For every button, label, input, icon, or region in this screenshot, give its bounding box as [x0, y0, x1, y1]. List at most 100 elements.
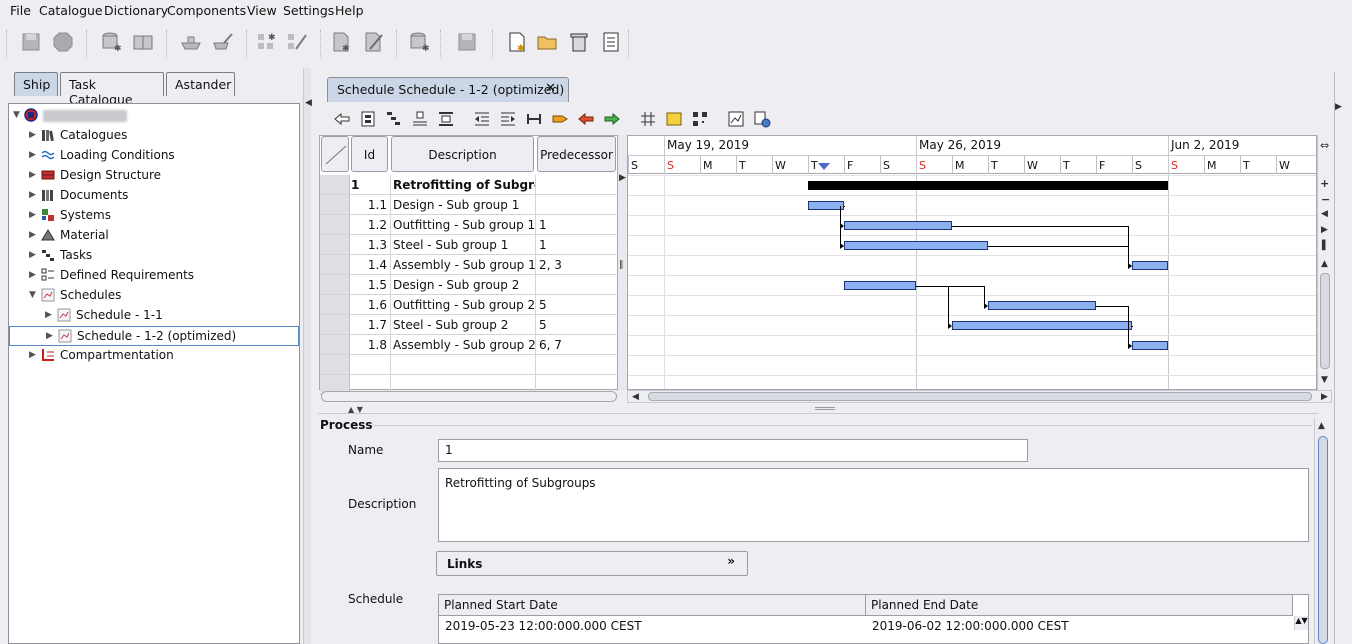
expand-arrow-icon[interactable]: ▶ [29, 270, 36, 280]
indent-left-icon[interactable] [473, 110, 491, 128]
scroll-left-icon[interactable]: ◀ [1321, 209, 1328, 219]
tree-item[interactable]: ▶ Defined Requirements [9, 266, 299, 286]
tab-schedule-document[interactable]: Schedule Schedule - 1-2 (optimized) ✕ [327, 77, 569, 102]
span-icon[interactable] [525, 110, 543, 128]
cell-id[interactable]: 1.3 [351, 235, 391, 254]
row-selector[interactable] [320, 335, 350, 354]
grid-columns-icon[interactable] [639, 110, 657, 128]
open-folder-icon[interactable] [536, 31, 558, 53]
tree-item[interactable]: ▼ Schedules [9, 286, 299, 306]
gantt-task-bar[interactable] [1132, 341, 1168, 350]
tree-item[interactable]: ▶ Documents [9, 186, 299, 206]
tree-item[interactable]: ▶ Compartmentation [9, 346, 299, 366]
expand-arrow-icon[interactable]: ▶ [29, 130, 36, 140]
cell-description[interactable]: Outfitting - Sub group 1 [391, 215, 536, 234]
cell-description[interactable]: Design - Sub group 1 [391, 195, 536, 214]
row-selector[interactable] [320, 355, 350, 374]
gantt-hscroll[interactable]: ◀ ▶ [627, 390, 1332, 403]
row-selector[interactable] [320, 275, 350, 294]
cell-predecessor[interactable] [537, 275, 618, 294]
cell-predecessor[interactable]: 1 [537, 215, 618, 234]
row-selector[interactable] [320, 255, 350, 274]
expand-arrow-icon[interactable]: ▶ [46, 331, 53, 341]
expand-arrow-icon[interactable]: ▶ [29, 170, 36, 180]
tree-root[interactable]: ▼ [9, 106, 299, 126]
ship-icon[interactable] [180, 31, 202, 53]
table-row[interactable]: 1.7 Steel - Sub group 25 [320, 315, 618, 335]
cell-description[interactable]: Design - Sub group 2 [391, 275, 536, 294]
expand-arrow-icon[interactable]: ▶ [45, 310, 52, 320]
tree-item[interactable]: ▶ Systems [9, 206, 299, 226]
scroll-right-icon[interactable]: ▶ [1321, 225, 1328, 235]
hierarchy-icon[interactable] [385, 110, 403, 128]
cell-predecessor[interactable] [537, 355, 618, 374]
tag-orange-icon[interactable] [551, 110, 569, 128]
table-gantt-splitter[interactable]: ▶ ‖ [618, 135, 627, 390]
gantt-vscroll-thumb[interactable] [1320, 273, 1330, 369]
expand-arrow-icon[interactable]: ▶ [29, 190, 36, 200]
row-selector[interactable] [320, 315, 350, 334]
row-selector[interactable] [320, 215, 350, 234]
left-splitter[interactable]: ◀ [303, 68, 312, 644]
document-edit-icon[interactable] [362, 31, 384, 53]
cell-id[interactable] [351, 355, 391, 374]
select-all-header[interactable] [321, 136, 349, 172]
schedule-table[interactable]: Id Description Predecessor 1 Retrofitting… [319, 135, 618, 395]
save-disabled-icon[interactable] [20, 31, 42, 53]
open-book-icon[interactable] [132, 31, 154, 53]
menu-components[interactable]: Components [167, 3, 246, 18]
row-selector[interactable] [320, 195, 350, 214]
process-vscroll[interactable]: ▲ [1314, 418, 1330, 644]
dates-table-scroll[interactable]: ▲▼ [1294, 616, 1308, 630]
cell-description[interactable]: Assembly - Sub group 1 [391, 255, 536, 274]
cell-description[interactable]: Steel - Sub group 1 [391, 235, 536, 254]
table-row[interactable]: 1.1 Design - Sub group 1 [320, 195, 618, 215]
chart-export-icon[interactable] [727, 110, 745, 128]
optimize-settings-icon[interactable] [753, 110, 771, 128]
table-row[interactable] [320, 355, 618, 375]
today-marker-icon[interactable]: ▌ [1322, 241, 1329, 251]
tree-item[interactable]: ▶ Schedule - 1-1 [9, 306, 299, 326]
new-database-icon[interactable]: ✱ [100, 31, 122, 53]
tab-ship[interactable]: Ship [14, 72, 58, 96]
table-row[interactable]: 1.8 Assembly - Sub group 2 6, 7 [320, 335, 618, 355]
cell-predecessor[interactable]: 5 [537, 295, 618, 314]
project-tree[interactable]: ▼ ▶ Catalogues ▶ Loading Conditions ▶ Design … [8, 103, 300, 644]
collapse-arrow-icon[interactable]: ▼ [29, 290, 36, 300]
outdent-icon[interactable] [333, 110, 351, 128]
column-header-predecessor[interactable]: Predecessor [537, 136, 616, 172]
cell-description[interactable]: Retrofitting of Subgroups [391, 175, 536, 194]
cell-predecessor[interactable]: 1 [537, 235, 618, 254]
status-date-marker-icon[interactable] [818, 163, 830, 170]
stop-icon[interactable] [52, 31, 74, 53]
menu-catalogue[interactable]: Catalogue [39, 3, 103, 18]
menu-help[interactable]: Help [335, 3, 364, 18]
cell-predecessor[interactable] [537, 175, 618, 194]
gantt-task-bar[interactable] [988, 301, 1096, 310]
align-bottom-icon[interactable] [411, 110, 429, 128]
gantt-task-bar[interactable] [808, 201, 844, 210]
row-selector[interactable] [320, 175, 350, 194]
column-header-id[interactable]: Id [351, 136, 388, 172]
align-center-icon[interactable] [437, 110, 455, 128]
cell-id[interactable]: 1.8 [351, 335, 391, 354]
cell-id[interactable]: 1.2 [351, 215, 391, 234]
structure-new-icon[interactable]: ✱ [256, 31, 278, 53]
table-row[interactable]: 1.6 Outfitting - Sub group 25 [320, 295, 618, 315]
tab-task-catalogue[interactable]: Task Catalogue [60, 72, 164, 107]
note-icon[interactable] [665, 110, 683, 128]
row-selector[interactable] [320, 295, 350, 314]
tree-item[interactable]: ▶ Tasks [9, 246, 299, 266]
gantt-task-bar[interactable] [844, 241, 988, 250]
process-vscroll-thumb[interactable] [1318, 436, 1328, 644]
new-file-icon[interactable]: ✱ [506, 31, 528, 53]
scroll-down-icon[interactable]: ▼ [1321, 375, 1328, 385]
save-icon[interactable] [456, 31, 478, 53]
structure-edit-icon[interactable] [286, 31, 308, 53]
cell-id[interactable]: 1.6 [351, 295, 391, 314]
expand-arrow-icon[interactable]: ▶ [29, 150, 36, 160]
arrow-left-red-icon[interactable] [577, 110, 595, 128]
tree-item[interactable]: ▶ Loading Conditions [9, 146, 299, 166]
gantt-options-icon[interactable]: ⇔ [1320, 139, 1329, 152]
menu-settings[interactable]: Settings [283, 3, 334, 18]
